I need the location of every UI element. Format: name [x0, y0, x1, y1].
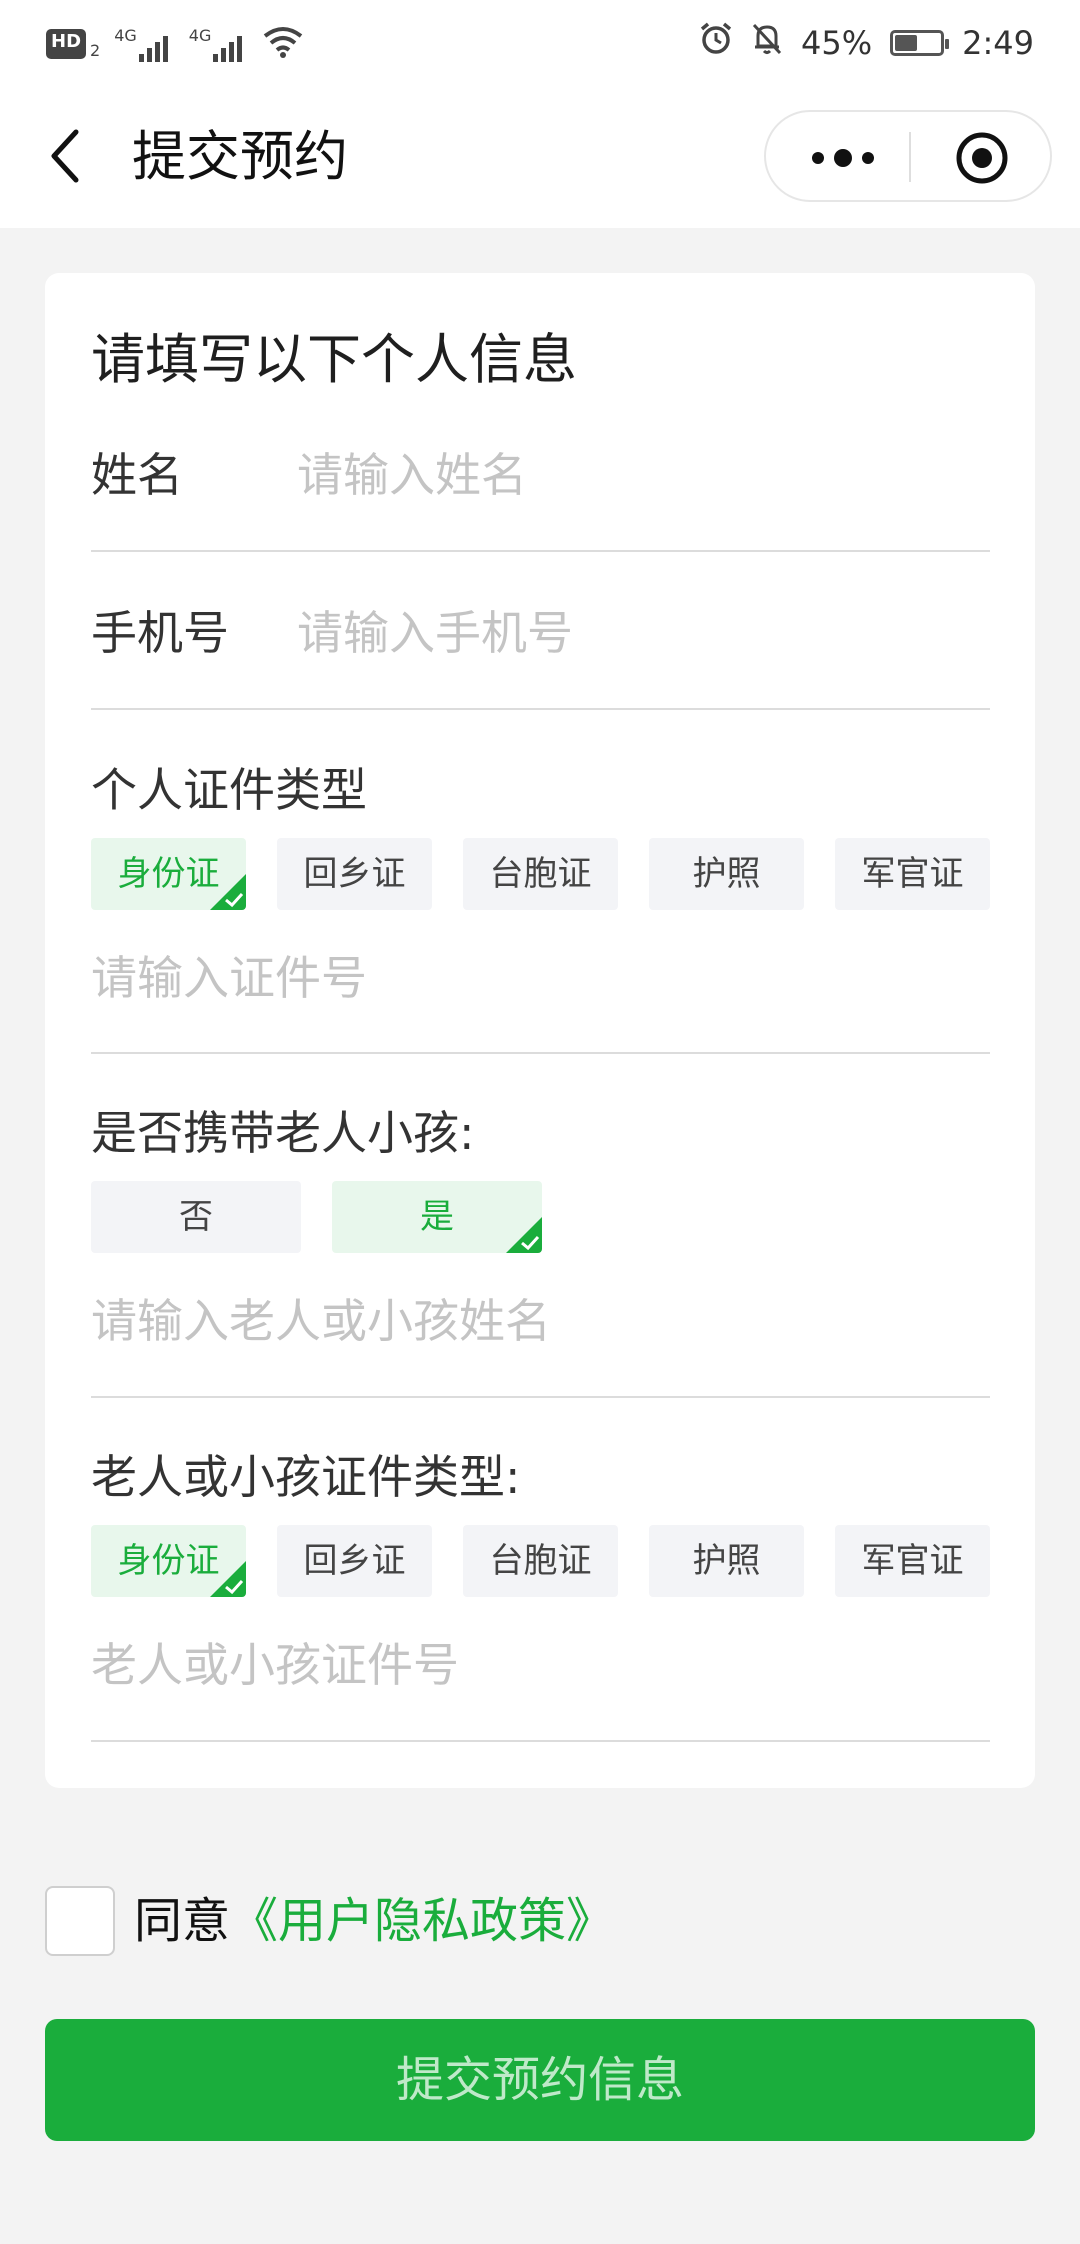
- divider: [91, 1396, 990, 1398]
- agree-checkbox[interactable]: [45, 1886, 115, 1956]
- companion-chip-label: 否: [179, 1197, 213, 1237]
- name-input[interactable]: 请输入姓名: [297, 445, 527, 505]
- companion-name-input[interactable]: 请输入老人或小孩姓名: [91, 1291, 551, 1351]
- divider: [91, 708, 990, 710]
- agree-label: 同意: [134, 1893, 231, 1949]
- id-type-chip[interactable]: 台胞证: [463, 838, 618, 910]
- companion-chip[interactable]: 否: [91, 1181, 301, 1253]
- id-type-chip-label: 回乡证: [303, 854, 406, 894]
- submit-button[interactable]: 提交预约信息: [45, 2019, 1035, 2141]
- back-arrow-icon[interactable]: [42, 126, 90, 186]
- page-title: 提交预约: [132, 125, 348, 188]
- status-time: 2:49: [962, 24, 1034, 62]
- companion-id-type-chip-label: 回乡证: [303, 1541, 406, 1581]
- companion-id-type-chip-label: 护照: [692, 1541, 761, 1581]
- battery-percent: 45%: [801, 24, 873, 62]
- mini-program-capsule: [764, 110, 1052, 202]
- companion-id-type-chip[interactable]: 回乡证: [277, 1525, 432, 1597]
- companion-chip[interactable]: 是: [332, 1181, 542, 1253]
- nav-bar: 提交预约: [0, 86, 1080, 228]
- name-label: 姓名: [91, 448, 183, 502]
- mute-bell-icon: [751, 22, 783, 64]
- id-type-chip[interactable]: 身份证: [91, 838, 246, 910]
- agree-text: 同意《用户隐私政策》: [134, 1886, 614, 1956]
- check-corner-icon: [506, 1217, 542, 1253]
- companion-id-type-chip-label: 身份证: [117, 1541, 220, 1581]
- wifi-icon: [263, 26, 303, 62]
- network-label: 4G: [114, 26, 137, 45]
- companion-chip-label: 是: [420, 1197, 454, 1237]
- id-type-chip-label: 台胞证: [489, 854, 592, 894]
- id-type-chip[interactable]: 护照: [649, 838, 804, 910]
- phone-input[interactable]: 请输入手机号: [297, 603, 573, 663]
- check-corner-icon: [210, 874, 246, 910]
- companion-id-type-chip-label: 台胞证: [489, 1541, 592, 1581]
- check-corner-icon: [210, 1561, 246, 1597]
- companion-id-type-chip[interactable]: 身份证: [91, 1525, 246, 1597]
- divider: [91, 550, 990, 552]
- companion-id-type-chip-label: 军官证: [861, 1541, 964, 1581]
- id-type-chip-label: 身份证: [117, 854, 220, 894]
- status-right: 45% 2:49: [699, 18, 1034, 68]
- id-type-chip[interactable]: 回乡证: [277, 838, 432, 910]
- status-bar: HD 2 4G 4G 45% 2:49: [0, 0, 1080, 86]
- companion-id-type-chip[interactable]: 护照: [649, 1525, 804, 1597]
- hd-badge: HD: [46, 29, 87, 59]
- companion-id-input[interactable]: 老人或小孩证件号: [91, 1635, 459, 1695]
- signal-icon: 4G: [114, 26, 175, 62]
- id-type-chip-label: 护照: [692, 854, 761, 894]
- id-number-input[interactable]: 请输入证件号: [91, 948, 367, 1008]
- more-menu-icon[interactable]: [808, 140, 878, 176]
- hd-sub: 2: [90, 40, 101, 60]
- phone-label: 手机号: [91, 606, 229, 660]
- battery-icon: [890, 30, 950, 56]
- capsule-divider: [909, 132, 911, 182]
- companion-label: 是否携带老人小孩:: [91, 1106, 475, 1160]
- privacy-policy-link[interactable]: 《用户隐私政策》: [230, 1893, 614, 1949]
- section-title: 请填写以下个人信息: [91, 328, 577, 391]
- signal-icon-2: 4G: [189, 26, 250, 62]
- companion-id-type-label: 老人或小孩证件类型:: [91, 1450, 521, 1504]
- id-type-chip-label: 军官证: [861, 854, 964, 894]
- network-label-2: 4G: [188, 26, 212, 45]
- id-type-label: 个人证件类型: [91, 763, 367, 817]
- close-target-icon[interactable]: [954, 130, 1010, 186]
- companion-id-type-chip[interactable]: 台胞证: [463, 1525, 618, 1597]
- personal-info-card: 请填写以下个人信息 姓名 请输入姓名 手机号 请输入手机号 个人证件类型 身份证…: [45, 273, 1035, 1788]
- divider: [91, 1740, 990, 1742]
- divider: [91, 1052, 990, 1054]
- companion-id-type-chip[interactable]: 军官证: [835, 1525, 990, 1597]
- status-left: HD 2 4G 4G: [46, 24, 303, 64]
- id-type-chip[interactable]: 军官证: [835, 838, 990, 910]
- alarm-icon: [699, 22, 733, 64]
